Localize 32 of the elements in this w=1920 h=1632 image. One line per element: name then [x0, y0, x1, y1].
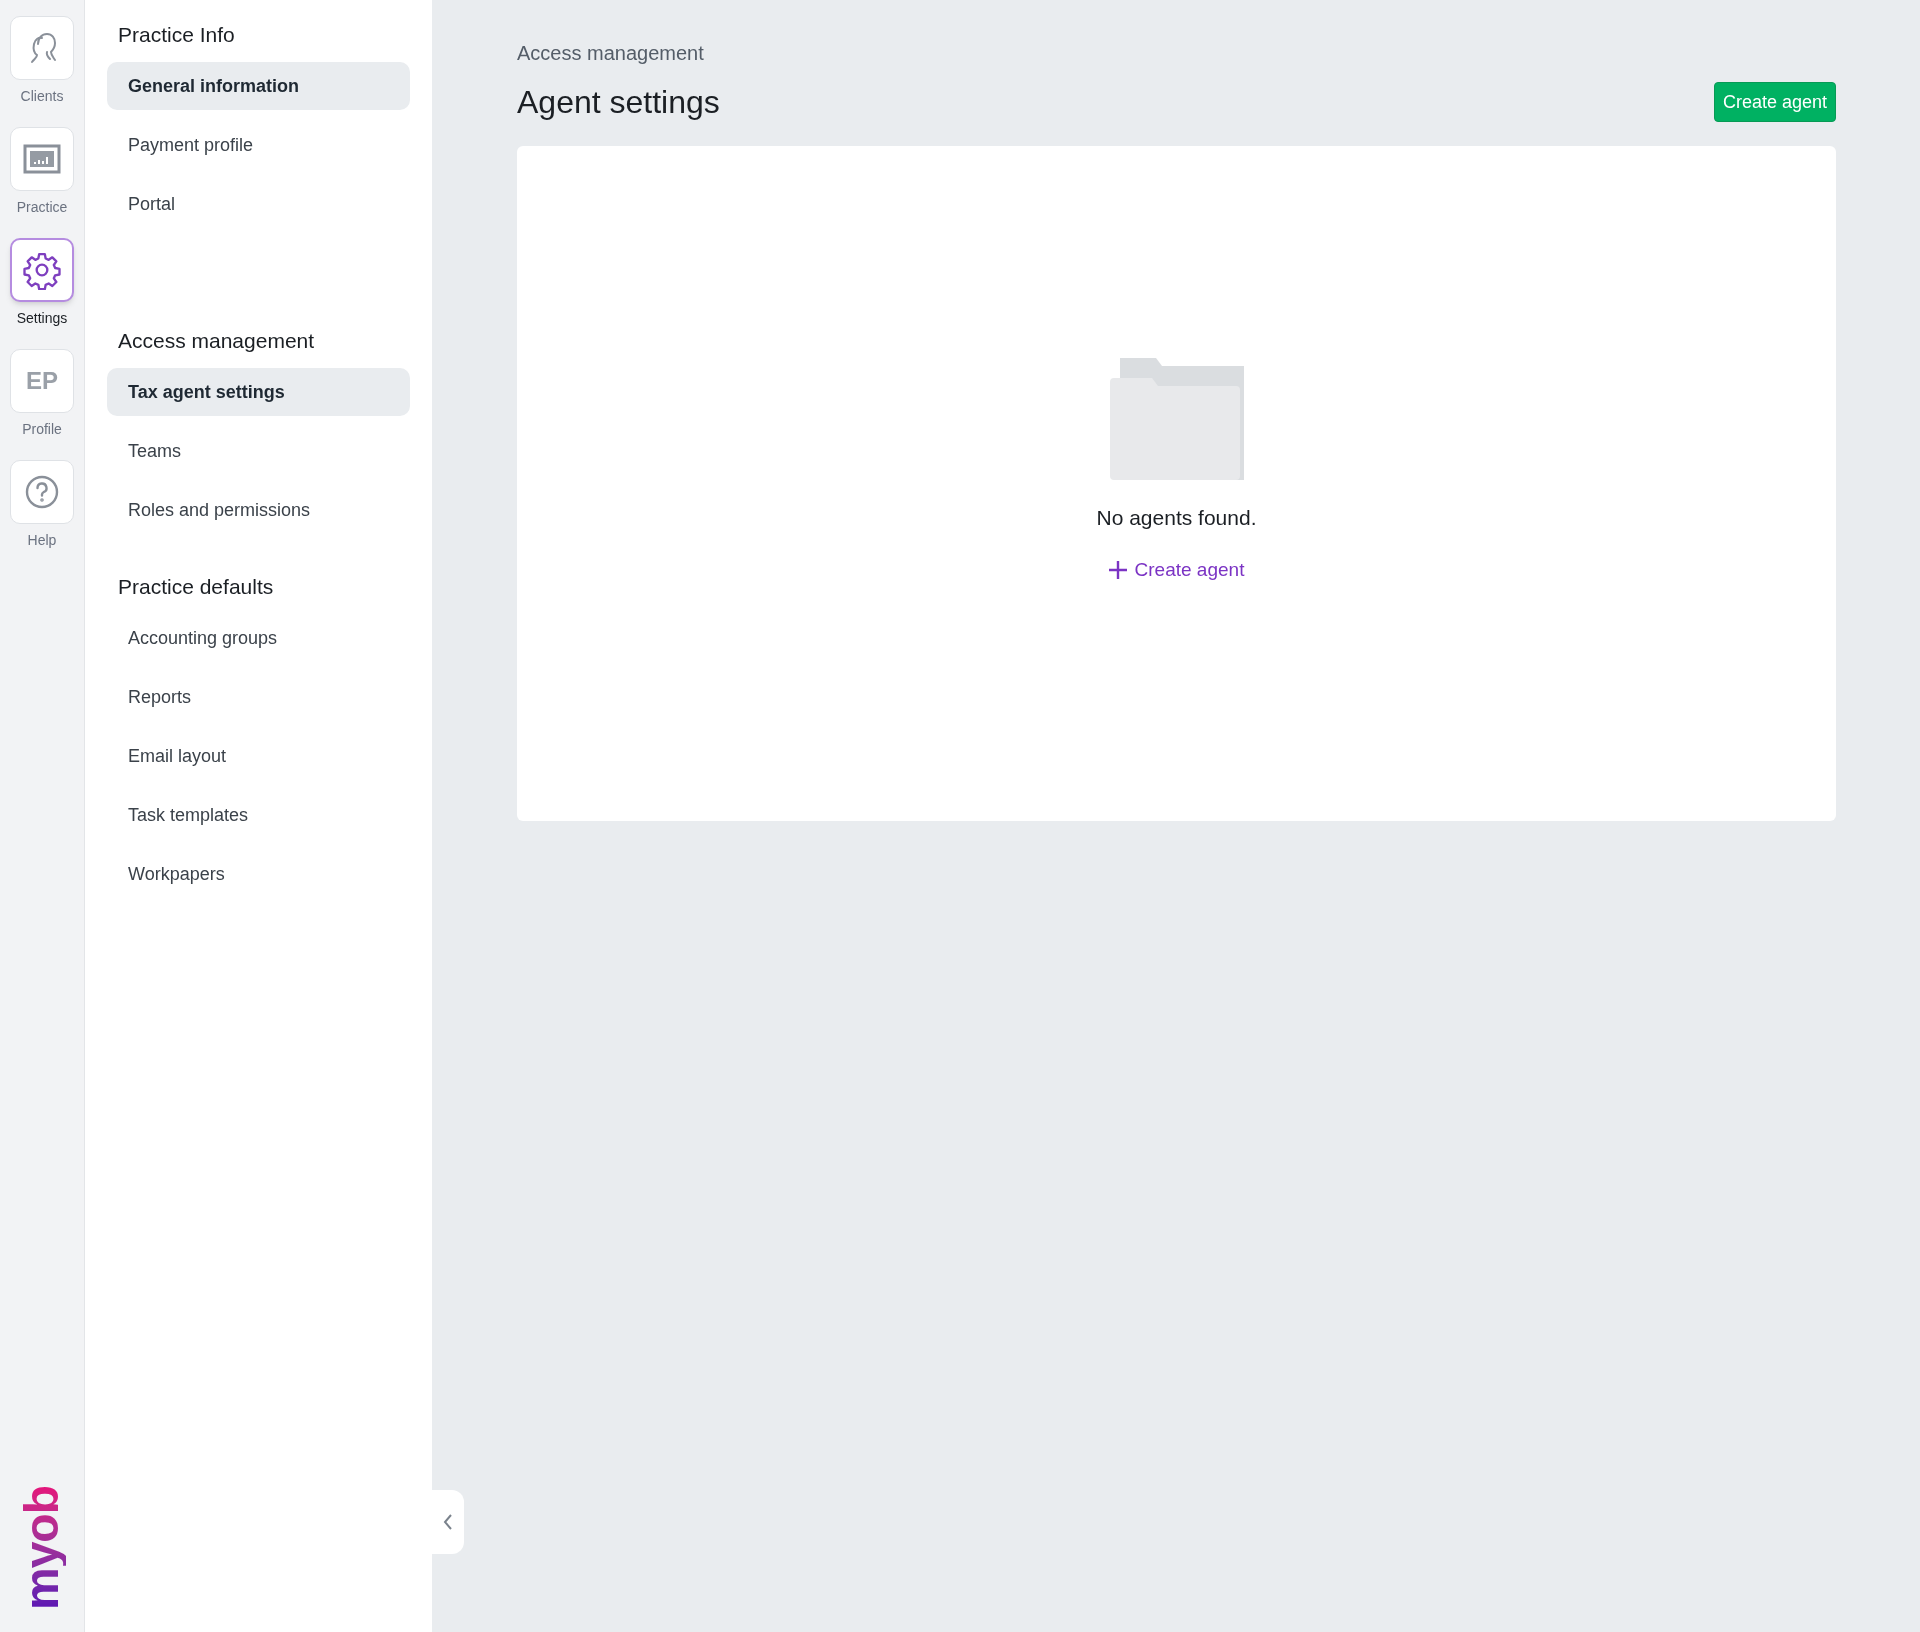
create-agent-link[interactable]: Create agent	[1108, 555, 1245, 584]
sidebar-item[interactable]: Payment profile	[107, 121, 410, 169]
sidebar-item[interactable]: Portal	[107, 180, 410, 228]
section-heading: Practice Info	[117, 22, 236, 48]
rail-label: Settings	[16, 309, 68, 328]
chevron-left-icon	[443, 1513, 453, 1531]
collapse-tab[interactable]	[432, 1490, 464, 1554]
rail-label: Clients	[20, 87, 64, 106]
sidebar-item[interactable]: Workpapers	[107, 850, 410, 898]
rail-label: Help	[27, 531, 57, 550]
rail-label: Practice	[16, 198, 68, 217]
empty-message: No agents found.	[1096, 505, 1257, 531]
sidebar-item[interactable]: Tax agent settings	[107, 368, 410, 416]
breadcrumb: Access management	[517, 41, 705, 66]
settings-icon	[22, 250, 62, 290]
plus-icon	[1108, 560, 1127, 579]
sidebar-item[interactable]: Reports	[107, 673, 410, 721]
sidebar-item[interactable]: Accounting groups	[107, 614, 410, 662]
section-heading: Practice defaults	[117, 574, 275, 600]
page-title: Agent settings	[517, 83, 720, 122]
chart-monitor-icon	[23, 144, 61, 174]
sidebar-item[interactable]: General information	[107, 62, 410, 110]
sidebar-item[interactable]: Teams	[107, 427, 410, 475]
initials-text: EP	[26, 366, 58, 396]
rail-button[interactable]	[10, 238, 74, 302]
rail-label: Profile	[22, 420, 62, 439]
sidebar-item[interactable]: Task templates	[107, 791, 410, 839]
sidebar-item[interactable]: Roles and permissions	[107, 486, 410, 534]
sidebar-item[interactable]: Email layout	[107, 732, 410, 780]
folder-icon	[1109, 358, 1244, 480]
help-icon	[25, 475, 59, 509]
section-heading: Access management	[117, 328, 316, 354]
